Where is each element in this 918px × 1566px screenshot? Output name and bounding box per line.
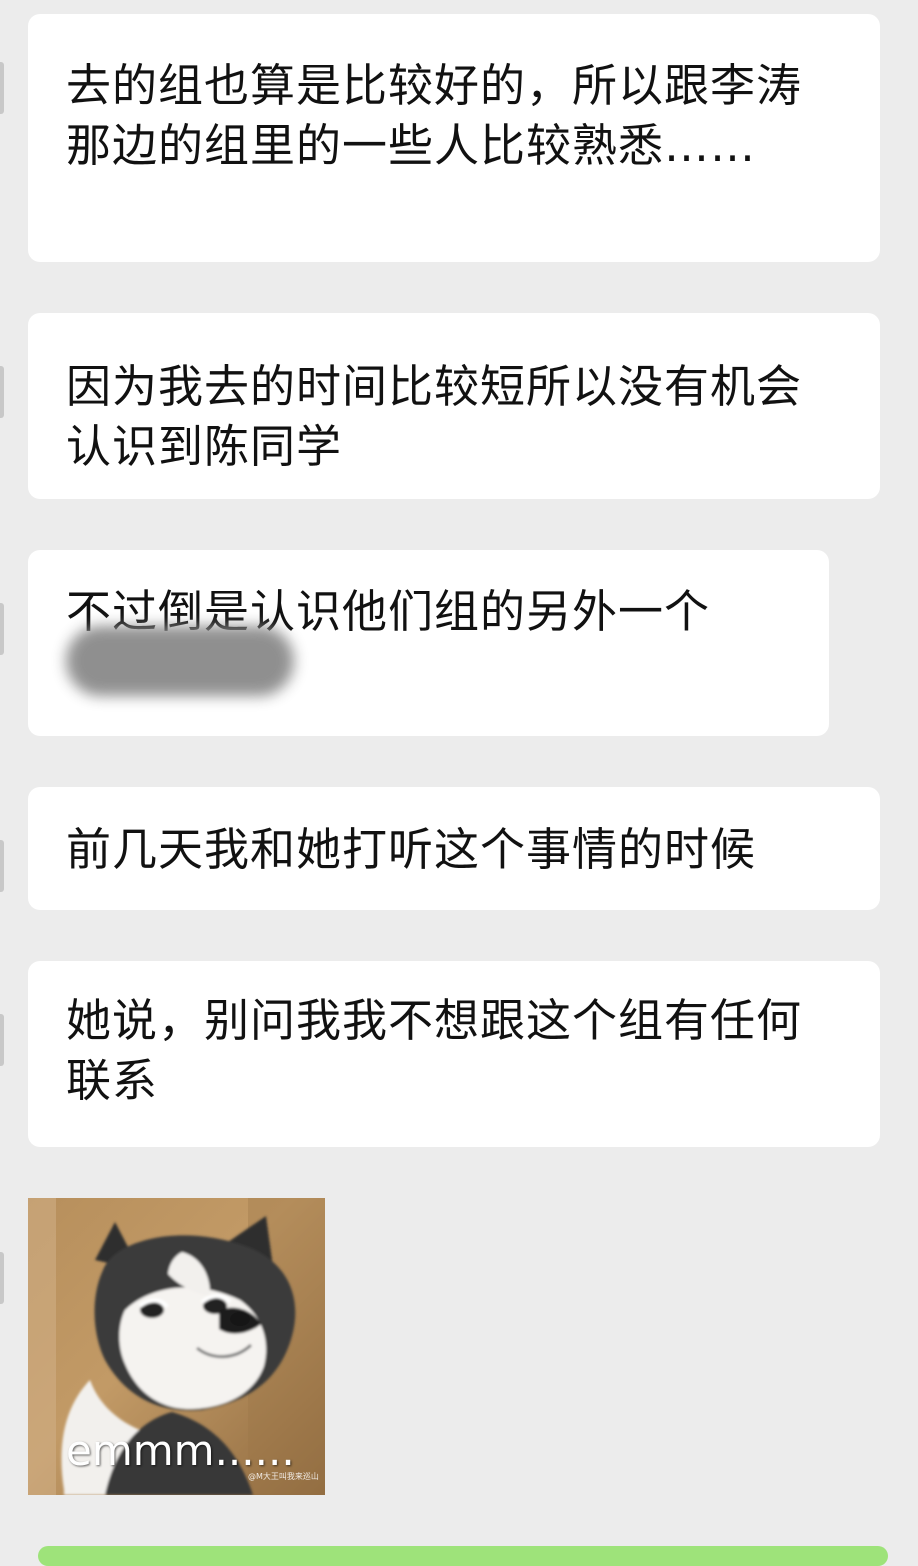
- sticker-watermark: @M大王叫我来巡山: [248, 1472, 319, 1481]
- sticker-image[interactable]: emmm...... @M大王叫我来巡山: [28, 1198, 325, 1495]
- redacted-name-blur: [66, 626, 294, 696]
- message-text: 前几天我和她打听这个事情的时候: [66, 823, 757, 876]
- avatar[interactable]: [0, 1252, 4, 1304]
- sticker-caption: emmm......: [66, 1426, 295, 1475]
- message-text: 她说，别问我我不想跟这个组有任何联系: [66, 994, 803, 1107]
- message-text: 因为我去的时间比较短所以没有机会认识到陈同学: [66, 360, 803, 473]
- message-bubble[interactable]: 不过倒是认识他们组的另外一个: [28, 550, 829, 736]
- avatar[interactable]: [0, 62, 4, 114]
- message-bubble[interactable]: 因为我去的时间比较短所以没有机会认识到陈同学: [28, 313, 880, 499]
- avatar[interactable]: [0, 840, 4, 892]
- message-bubble[interactable]: 前几天我和她打听这个事情的时候: [28, 787, 880, 910]
- message-bubble[interactable]: 去的组也算是比较好的，所以跟李涛那边的组里的一些人比较熟悉……: [28, 14, 880, 262]
- message-bubble[interactable]: 她说，别问我我不想跟这个组有任何联系: [28, 961, 880, 1147]
- avatar[interactable]: [0, 603, 4, 655]
- message-text: 去的组也算是比较好的，所以跟李涛那边的组里的一些人比较熟悉……: [66, 59, 803, 172]
- avatar[interactable]: [0, 366, 4, 418]
- chat-message-list[interactable]: 去的组也算是比较好的，所以跟李涛那边的组里的一些人比较熟悉…… 因为我去的时间比…: [0, 0, 918, 1566]
- partial-sent-message-bubble[interactable]: [38, 1546, 888, 1566]
- avatar[interactable]: [0, 1014, 4, 1066]
